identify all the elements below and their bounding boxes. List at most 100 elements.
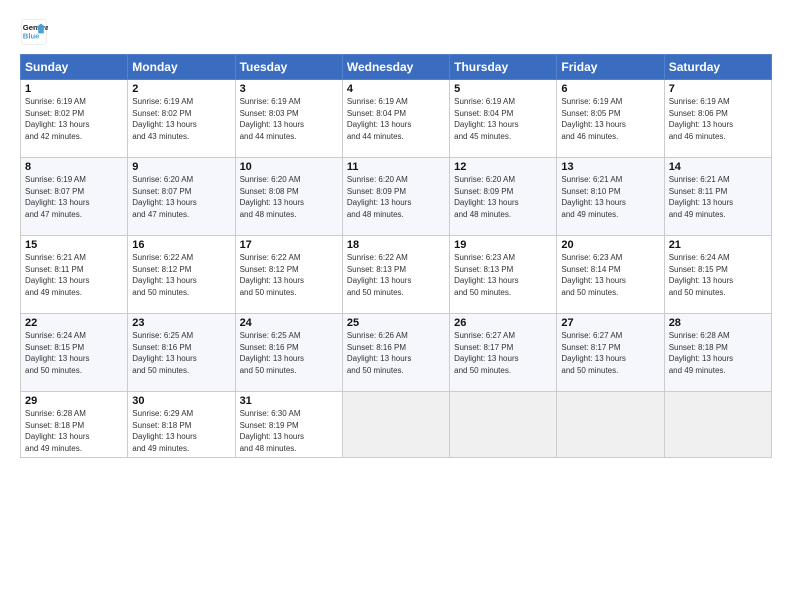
table-row: 2Sunrise: 6:19 AMSunset: 8:02 PMDaylight…	[128, 80, 235, 158]
day-info: Sunrise: 6:26 AMSunset: 8:16 PMDaylight:…	[347, 330, 445, 376]
day-info: Sunrise: 6:23 AMSunset: 8:14 PMDaylight:…	[561, 252, 659, 298]
table-row: 14Sunrise: 6:21 AMSunset: 8:11 PMDayligh…	[664, 158, 771, 236]
day-number: 1	[25, 83, 123, 95]
table-row	[450, 392, 557, 458]
table-row: 28Sunrise: 6:28 AMSunset: 8:18 PMDayligh…	[664, 314, 771, 392]
table-row	[664, 392, 771, 458]
day-number: 21	[669, 239, 767, 251]
day-number: 11	[347, 161, 445, 173]
table-row: 4Sunrise: 6:19 AMSunset: 8:04 PMDaylight…	[342, 80, 449, 158]
table-row: 13Sunrise: 6:21 AMSunset: 8:10 PMDayligh…	[557, 158, 664, 236]
table-row: 24Sunrise: 6:25 AMSunset: 8:16 PMDayligh…	[235, 314, 342, 392]
day-number: 23	[132, 317, 230, 329]
day-info: Sunrise: 6:19 AMSunset: 8:04 PMDaylight:…	[454, 96, 552, 142]
header: General Blue General Blue	[20, 18, 772, 46]
day-number: 12	[454, 161, 552, 173]
day-number: 31	[240, 395, 338, 407]
day-number: 5	[454, 83, 552, 95]
table-row: 31Sunrise: 6:30 AMSunset: 8:19 PMDayligh…	[235, 392, 342, 458]
day-info: Sunrise: 6:28 AMSunset: 8:18 PMDaylight:…	[25, 408, 123, 454]
day-number: 3	[240, 83, 338, 95]
table-row: 30Sunrise: 6:29 AMSunset: 8:18 PMDayligh…	[128, 392, 235, 458]
day-info: Sunrise: 6:23 AMSunset: 8:13 PMDaylight:…	[454, 252, 552, 298]
day-number: 16	[132, 239, 230, 251]
col-monday: Monday	[128, 55, 235, 80]
day-info: Sunrise: 6:24 AMSunset: 8:15 PMDaylight:…	[669, 252, 767, 298]
day-number: 9	[132, 161, 230, 173]
day-number: 28	[669, 317, 767, 329]
table-row: 29Sunrise: 6:28 AMSunset: 8:18 PMDayligh…	[21, 392, 128, 458]
day-info: Sunrise: 6:22 AMSunset: 8:12 PMDaylight:…	[240, 252, 338, 298]
day-number: 26	[454, 317, 552, 329]
day-number: 30	[132, 395, 230, 407]
table-row: 27Sunrise: 6:27 AMSunset: 8:17 PMDayligh…	[557, 314, 664, 392]
day-info: Sunrise: 6:29 AMSunset: 8:18 PMDaylight:…	[132, 408, 230, 454]
day-info: Sunrise: 6:20 AMSunset: 8:07 PMDaylight:…	[132, 174, 230, 220]
day-info: Sunrise: 6:19 AMSunset: 8:06 PMDaylight:…	[669, 96, 767, 142]
day-info: Sunrise: 6:27 AMSunset: 8:17 PMDaylight:…	[561, 330, 659, 376]
table-row: 8Sunrise: 6:19 AMSunset: 8:07 PMDaylight…	[21, 158, 128, 236]
day-number: 4	[347, 83, 445, 95]
table-row: 6Sunrise: 6:19 AMSunset: 8:05 PMDaylight…	[557, 80, 664, 158]
col-saturday: Saturday	[664, 55, 771, 80]
day-info: Sunrise: 6:28 AMSunset: 8:18 PMDaylight:…	[669, 330, 767, 376]
table-row: 10Sunrise: 6:20 AMSunset: 8:08 PMDayligh…	[235, 158, 342, 236]
day-number: 22	[25, 317, 123, 329]
day-info: Sunrise: 6:21 AMSunset: 8:10 PMDaylight:…	[561, 174, 659, 220]
day-info: Sunrise: 6:27 AMSunset: 8:17 PMDaylight:…	[454, 330, 552, 376]
day-info: Sunrise: 6:22 AMSunset: 8:13 PMDaylight:…	[347, 252, 445, 298]
day-number: 14	[669, 161, 767, 173]
table-row: 26Sunrise: 6:27 AMSunset: 8:17 PMDayligh…	[450, 314, 557, 392]
day-number: 19	[454, 239, 552, 251]
table-row: 22Sunrise: 6:24 AMSunset: 8:15 PMDayligh…	[21, 314, 128, 392]
table-row: 23Sunrise: 6:25 AMSunset: 8:16 PMDayligh…	[128, 314, 235, 392]
table-row: 25Sunrise: 6:26 AMSunset: 8:16 PMDayligh…	[342, 314, 449, 392]
day-info: Sunrise: 6:24 AMSunset: 8:15 PMDaylight:…	[25, 330, 123, 376]
table-row: 3Sunrise: 6:19 AMSunset: 8:03 PMDaylight…	[235, 80, 342, 158]
logo: General Blue General Blue	[20, 18, 48, 46]
day-number: 17	[240, 239, 338, 251]
day-info: Sunrise: 6:20 AMSunset: 8:09 PMDaylight:…	[454, 174, 552, 220]
day-info: Sunrise: 6:30 AMSunset: 8:19 PMDaylight:…	[240, 408, 338, 454]
table-row: 21Sunrise: 6:24 AMSunset: 8:15 PMDayligh…	[664, 236, 771, 314]
table-row: 7Sunrise: 6:19 AMSunset: 8:06 PMDaylight…	[664, 80, 771, 158]
table-row: 18Sunrise: 6:22 AMSunset: 8:13 PMDayligh…	[342, 236, 449, 314]
svg-text:Blue: Blue	[23, 31, 40, 40]
table-row: 1Sunrise: 6:19 AMSunset: 8:02 PMDaylight…	[21, 80, 128, 158]
day-number: 15	[25, 239, 123, 251]
day-number: 29	[25, 395, 123, 407]
day-info: Sunrise: 6:21 AMSunset: 8:11 PMDaylight:…	[669, 174, 767, 220]
table-row: 12Sunrise: 6:20 AMSunset: 8:09 PMDayligh…	[450, 158, 557, 236]
day-number: 2	[132, 83, 230, 95]
day-info: Sunrise: 6:19 AMSunset: 8:03 PMDaylight:…	[240, 96, 338, 142]
day-info: Sunrise: 6:20 AMSunset: 8:09 PMDaylight:…	[347, 174, 445, 220]
day-info: Sunrise: 6:25 AMSunset: 8:16 PMDaylight:…	[240, 330, 338, 376]
day-number: 18	[347, 239, 445, 251]
table-row: 11Sunrise: 6:20 AMSunset: 8:09 PMDayligh…	[342, 158, 449, 236]
day-number: 7	[669, 83, 767, 95]
day-number: 27	[561, 317, 659, 329]
day-number: 25	[347, 317, 445, 329]
day-number: 6	[561, 83, 659, 95]
day-info: Sunrise: 6:19 AMSunset: 8:02 PMDaylight:…	[25, 96, 123, 142]
col-tuesday: Tuesday	[235, 55, 342, 80]
day-info: Sunrise: 6:22 AMSunset: 8:12 PMDaylight:…	[132, 252, 230, 298]
col-sunday: Sunday	[21, 55, 128, 80]
day-number: 13	[561, 161, 659, 173]
calendar: Sunday Monday Tuesday Wednesday Thursday…	[20, 54, 772, 458]
day-info: Sunrise: 6:21 AMSunset: 8:11 PMDaylight:…	[25, 252, 123, 298]
table-row: 5Sunrise: 6:19 AMSunset: 8:04 PMDaylight…	[450, 80, 557, 158]
col-friday: Friday	[557, 55, 664, 80]
table-row	[557, 392, 664, 458]
day-number: 8	[25, 161, 123, 173]
table-row	[342, 392, 449, 458]
col-wednesday: Wednesday	[342, 55, 449, 80]
table-row: 9Sunrise: 6:20 AMSunset: 8:07 PMDaylight…	[128, 158, 235, 236]
day-info: Sunrise: 6:25 AMSunset: 8:16 PMDaylight:…	[132, 330, 230, 376]
day-info: Sunrise: 6:20 AMSunset: 8:08 PMDaylight:…	[240, 174, 338, 220]
calendar-header-row: Sunday Monday Tuesday Wednesday Thursday…	[21, 55, 772, 80]
table-row: 17Sunrise: 6:22 AMSunset: 8:12 PMDayligh…	[235, 236, 342, 314]
day-number: 20	[561, 239, 659, 251]
day-info: Sunrise: 6:19 AMSunset: 8:04 PMDaylight:…	[347, 96, 445, 142]
page: General Blue General Blue Sunday Monday …	[0, 0, 792, 612]
